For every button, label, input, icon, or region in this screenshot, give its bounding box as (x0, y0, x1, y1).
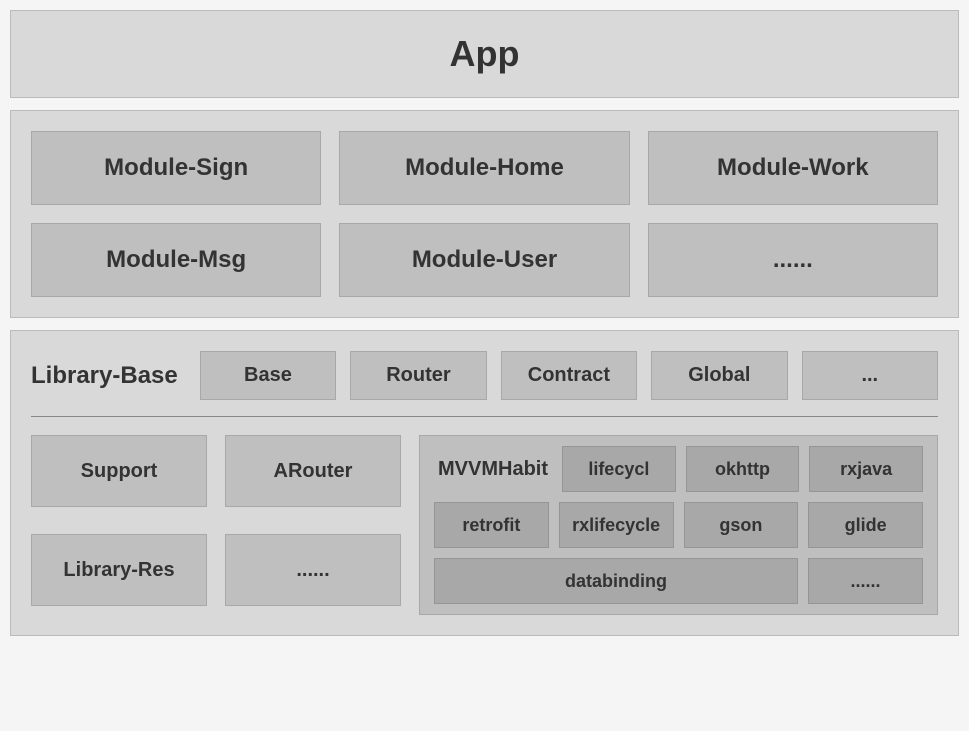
module-more: ...... (648, 223, 938, 297)
mvvm-row-1: MVVMHabit lifecycl okhttp rxjava (434, 446, 923, 492)
module-user: Module-User (339, 223, 629, 297)
lib-base: Base (200, 351, 336, 400)
mvvm-lifecycle: lifecycl (562, 446, 676, 492)
mvvm-rxjava: rxjava (809, 446, 923, 492)
lib-contract: Contract (501, 351, 637, 400)
lib-support: Support (31, 435, 207, 507)
module-work: Module-Work (648, 131, 938, 205)
mvvm-more: ...... (808, 558, 923, 604)
mvvm-row-2: retrofit rxlifecycle gson glide (434, 502, 923, 548)
library-bottom: Support ARouter Library-Res ...... MVVMH… (31, 435, 938, 615)
lib-more: ... (802, 351, 938, 400)
library-layer: Library-Base Base Router Contract Global… (10, 330, 959, 636)
mvvm-okhttp: okhttp (686, 446, 800, 492)
library-left-grid: Support ARouter Library-Res ...... (31, 435, 401, 615)
module-msg: Module-Msg (31, 223, 321, 297)
lib-left-more: ...... (225, 534, 401, 606)
module-home: Module-Home (339, 131, 629, 205)
lib-arouter: ARouter (225, 435, 401, 507)
modules-grid: Module-Sign Module-Home Module-Work Modu… (31, 131, 938, 297)
app-title: App (31, 33, 938, 75)
lib-res: Library-Res (31, 534, 207, 606)
mvvm-gson: gson (684, 502, 799, 548)
app-layer: App (10, 10, 959, 98)
library-base-label: Library-Base (31, 362, 186, 390)
mvvm-databinding: databinding (434, 558, 798, 604)
module-sign: Module-Sign (31, 131, 321, 205)
mvvm-habit-container: MVVMHabit lifecycl okhttp rxjava retrofi… (419, 435, 938, 615)
mvvm-retrofit: retrofit (434, 502, 549, 548)
mvvm-rxlifecycle: rxlifecycle (559, 502, 674, 548)
mvvm-row-3: databinding ...... (434, 558, 923, 604)
mvvm-glide: glide (808, 502, 923, 548)
modules-layer: Module-Sign Module-Home Module-Work Modu… (10, 110, 959, 318)
library-base-row: Library-Base Base Router Contract Global… (31, 351, 938, 400)
lib-router: Router (350, 351, 486, 400)
mvvm-habit-label: MVVMHabit (434, 446, 552, 492)
divider (31, 416, 938, 417)
lib-global: Global (651, 351, 787, 400)
